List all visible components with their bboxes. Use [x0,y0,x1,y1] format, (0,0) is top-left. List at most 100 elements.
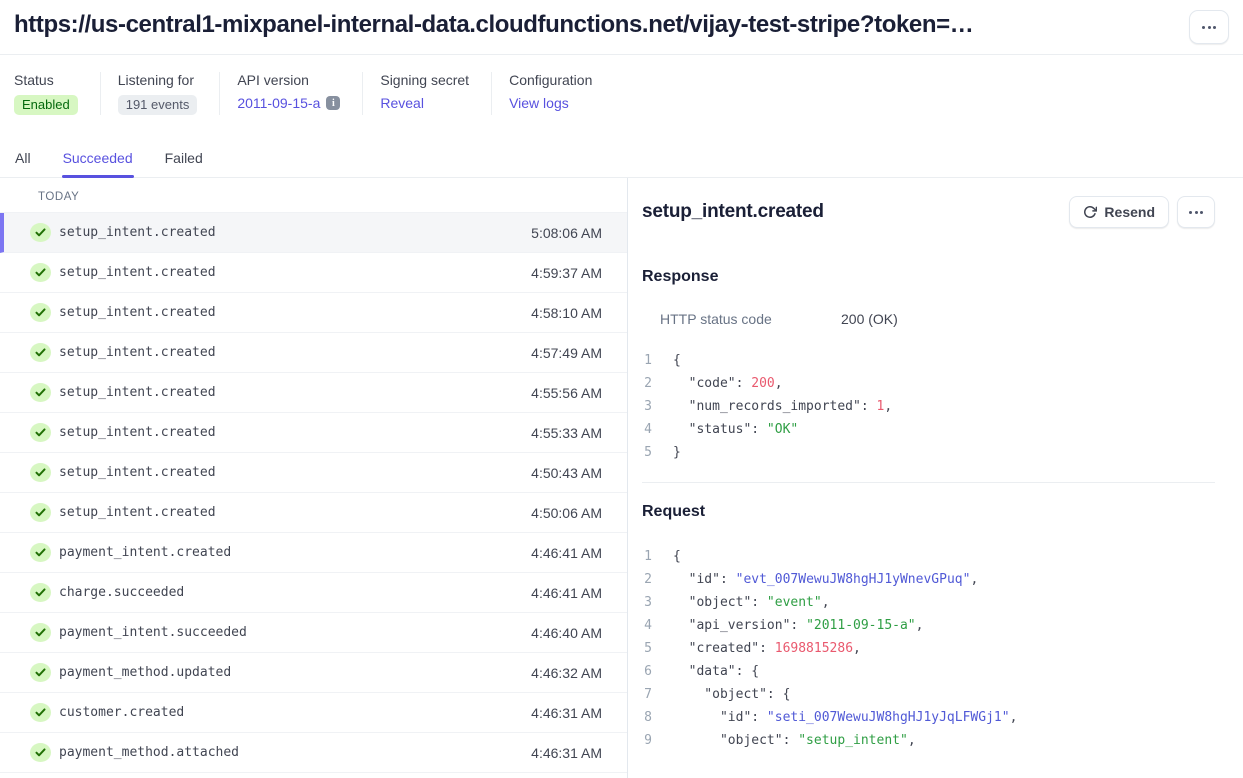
webhook-meta: Status Enabled Listening for 191 events … [0,55,1243,115]
event-row[interactable]: customer.created4:46:31 AM [0,693,627,733]
event-name: setup_intent.created [59,225,216,240]
meta-configuration: Configuration View logs [509,72,614,115]
event-time: 4:46:32 AM [531,665,602,681]
event-row[interactable]: setup_intent.created 4:50:06 AM [0,493,627,533]
http-status-row: HTTP status code 200 (OK) [660,311,1215,327]
meta-api-version: API version 2011-09-15-a i [237,72,363,115]
resend-icon [1083,205,1097,219]
event-name: payment_method.attached [59,745,239,760]
status-badge: Enabled [14,95,78,115]
api-version-label: API version [237,72,340,88]
event-row[interactable]: payment_method.updated 4:46:32 AM [0,653,627,693]
section-divider [642,482,1215,483]
http-status-label: HTTP status code [660,311,841,327]
event-time: 4:46:31 AM [531,745,602,761]
success-check-icon [30,423,51,442]
code-line: 3 "num_records_imported": 1, [642,395,1215,418]
api-version-link[interactable]: 2011-09-15-a [237,95,320,111]
event-row[interactable]: charge.succeeded4:46:41 AM [0,573,627,613]
event-row[interactable]: setup_intent.created 4:58:10 AM [0,293,627,333]
code-line: 6 "data": { [642,660,1215,683]
event-rows: setup_intent.created5:08:06 AMsetup_inte… [0,213,627,773]
success-check-icon [30,223,51,242]
event-list-panel: TODAY setup_intent.created5:08:06 AMsetu… [0,178,628,778]
detail-overflow-button[interactable] [1177,196,1215,228]
success-check-icon [30,263,51,282]
event-name: setup_intent.created [59,345,216,360]
code-line: 7 "object": { [642,683,1215,706]
success-check-icon [30,663,51,682]
event-detail-panel: setup_intent.created Resend Response HTT… [628,178,1243,778]
event-row[interactable]: setup_intent.created 4:59:37 AM [0,253,627,293]
page-title: https://us-central1-mixpanel-internal-da… [14,8,1177,42]
event-time: 4:50:06 AM [531,505,602,521]
event-time: 4:55:33 AM [531,425,602,441]
event-row[interactable]: setup_intent.created 5:08:06 AM [0,213,627,253]
event-detail-title: setup_intent.created [642,201,824,223]
resend-button[interactable]: Resend [1069,196,1169,228]
event-row[interactable]: setup_intent.created 4:57:49 AM [0,333,627,373]
code-line: 2 "code": 200, [642,372,1215,395]
code-line: 4 "api_version": "2011-09-15-a", [642,614,1215,637]
code-line: 5} [642,441,1215,464]
tab-failed[interactable]: Failed [164,148,204,177]
code-line: 9 "object": "setup_intent", [642,729,1215,752]
event-name: setup_intent.created [59,305,216,320]
event-time: 4:50:43 AM [531,465,602,481]
event-time: 4:57:49 AM [531,345,602,361]
meta-listening: Listening for 191 events [118,72,221,115]
event-row[interactable]: setup_intent.created4:50:43 AM [0,453,627,493]
tab-all[interactable]: All [14,148,32,177]
code-token-link[interactable]: "evt_007WewuJW8hgHJ1yWnevGPuq" [736,572,971,587]
request-code-block: 1{2 "id": "evt_007WewuJW8hgHJ1yWnevGPuq"… [642,545,1215,752]
success-check-icon [30,583,51,602]
signing-secret-label: Signing secret [380,72,469,88]
success-check-icon [30,303,51,322]
event-row[interactable]: payment_intent.created 4:46:41 AM [0,533,627,573]
overflow-icon [1189,211,1203,214]
event-name: setup_intent.created [59,265,216,280]
configuration-label: Configuration [509,72,592,88]
success-check-icon [30,743,51,762]
code-token-link[interactable]: "seti_007WewuJW8hgHJ1yJqLFWGj1" [767,710,1010,725]
event-row[interactable]: payment_method.attached 4:46:31 AM [0,733,627,773]
code-line: 5 "created": 1698815286, [642,637,1215,660]
event-name: setup_intent.created [59,505,216,520]
info-icon[interactable]: i [326,96,340,110]
tab-succeeded[interactable]: Succeeded [62,148,134,177]
code-line: 1{ [642,349,1215,372]
filter-tabs: All Succeeded Failed [0,148,1243,178]
event-time: 4:46:41 AM [531,545,602,561]
events-count-badge: 191 events [118,95,198,115]
page-header: https://us-central1-mixpanel-internal-da… [0,0,1243,55]
meta-status: Status Enabled [14,72,101,115]
event-name: payment_intent.created [59,545,231,560]
event-name: payment_method.updated [59,665,231,680]
event-time: 4:55:56 AM [531,385,602,401]
event-row[interactable]: payment_intent.succeeded4:46:40 AM [0,613,627,653]
http-status-value: 200 (OK) [841,311,898,327]
event-row[interactable]: setup_intent.created4:55:33 AM [0,413,627,453]
overflow-icon [1202,26,1216,29]
event-time: 4:46:41 AM [531,585,602,601]
success-check-icon [30,623,51,642]
event-time: 4:59:37 AM [531,265,602,281]
event-name: payment_intent.succeeded [59,625,247,640]
event-time: 5:08:06 AM [531,225,602,241]
event-time: 4:58:10 AM [531,305,602,321]
success-check-icon [30,343,51,362]
code-line: 3 "object": "event", [642,591,1215,614]
header-overflow-button[interactable] [1189,10,1229,44]
view-logs-link[interactable]: View logs [509,95,569,111]
date-section-label: TODAY [0,178,627,213]
response-code-block: 1{2 "code": 200,3 "num_records_imported"… [642,349,1215,464]
event-name: setup_intent.created [59,385,216,400]
request-heading: Request [642,503,1215,521]
event-row[interactable]: setup_intent.created 4:55:56 AM [0,373,627,413]
status-label: Status [14,72,78,88]
event-time: 4:46:31 AM [531,705,602,721]
reveal-link[interactable]: Reveal [380,95,424,111]
code-line: 2 "id": "evt_007WewuJW8hgHJ1yWnevGPuq", [642,568,1215,591]
success-check-icon [30,383,51,402]
success-check-icon [30,703,51,722]
